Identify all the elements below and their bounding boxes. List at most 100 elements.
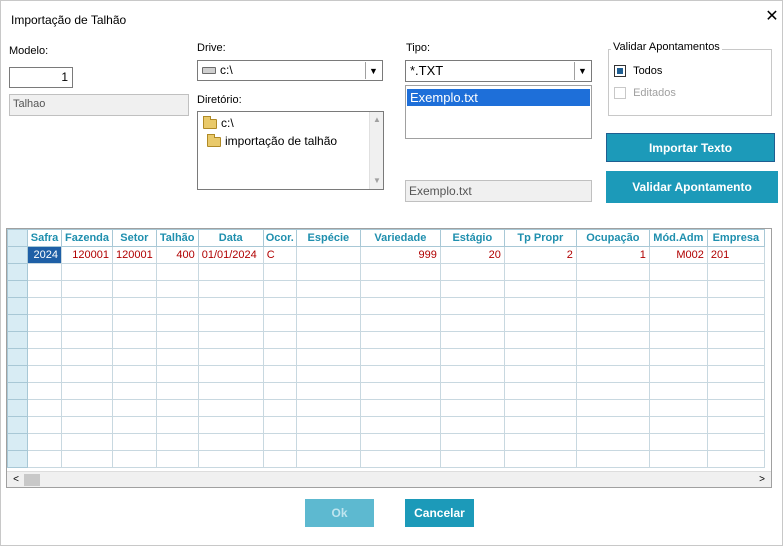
table-row[interactable] [7, 348, 765, 366]
data-grid[interactable]: Safra Fazenda Setor Talhão Data Ocor. Es… [6, 228, 772, 488]
table-cell[interactable] [262, 280, 297, 298]
table-cell[interactable] [262, 263, 297, 281]
table-cell[interactable] [575, 416, 650, 434]
table-cell[interactable] [706, 450, 765, 468]
table-cell[interactable] [27, 382, 62, 400]
cell-setor[interactable]: 120001 [112, 246, 157, 264]
row-indicator[interactable] [7, 314, 28, 332]
table-cell[interactable] [61, 280, 113, 298]
grid-horizontal-scrollbar[interactable]: < > [7, 471, 771, 487]
chevron-down-icon[interactable]: ▼ [574, 62, 590, 80]
table-cell[interactable] [262, 450, 297, 468]
table-cell[interactable] [575, 433, 650, 451]
table-cell[interactable] [61, 331, 113, 349]
row-indicator[interactable] [7, 399, 28, 417]
table-cell[interactable] [706, 365, 765, 383]
table-cell[interactable] [648, 433, 708, 451]
importar-texto-button[interactable]: Importar Texto [606, 133, 775, 162]
file-list[interactable]: Exemplo.txt [405, 85, 592, 139]
table-cell[interactable] [155, 416, 199, 434]
table-cell[interactable] [262, 382, 297, 400]
table-cell[interactable] [503, 365, 577, 383]
table-cell[interactable] [197, 297, 264, 315]
table-cell[interactable] [359, 348, 441, 366]
table-row[interactable]: 2024 120001 120001 400 01/01/2024 C 999 … [7, 246, 765, 264]
table-cell[interactable] [706, 382, 765, 400]
table-cell[interactable] [197, 399, 264, 417]
table-cell[interactable] [112, 263, 157, 281]
table-cell[interactable] [61, 314, 113, 332]
table-cell[interactable] [648, 450, 708, 468]
table-cell[interactable] [359, 450, 441, 468]
table-cell[interactable] [262, 297, 297, 315]
table-cell[interactable] [706, 416, 765, 434]
cell-estagio[interactable]: 20 [439, 246, 505, 264]
cell-safra[interactable]: 2024 [27, 246, 62, 264]
table-cell[interactable] [503, 399, 577, 417]
table-cell[interactable] [503, 348, 577, 366]
table-cell[interactable] [197, 450, 264, 468]
table-cell[interactable] [155, 263, 199, 281]
table-cell[interactable] [439, 280, 505, 298]
table-cell[interactable] [359, 365, 441, 383]
table-cell[interactable] [648, 280, 708, 298]
scroll-right-icon[interactable]: > [755, 472, 769, 487]
table-cell[interactable] [155, 399, 199, 417]
table-cell[interactable] [197, 280, 264, 298]
table-cell[interactable] [503, 280, 577, 298]
table-cell[interactable] [61, 348, 113, 366]
checkbox-icon[interactable] [614, 87, 626, 100]
table-cell[interactable] [503, 331, 577, 349]
table-cell[interactable] [359, 331, 441, 349]
col-setor[interactable]: Setor [112, 229, 157, 247]
table-row[interactable] [7, 399, 765, 417]
table-cell[interactable] [706, 314, 765, 332]
table-cell[interactable] [295, 280, 361, 298]
table-cell[interactable] [439, 416, 505, 434]
table-cell[interactable] [295, 416, 361, 434]
table-cell[interactable] [295, 297, 361, 315]
table-cell[interactable] [648, 416, 708, 434]
validar-option-editados[interactable]: Editados [614, 87, 676, 100]
table-cell[interactable] [155, 348, 199, 366]
table-cell[interactable] [648, 399, 708, 417]
table-cell[interactable] [295, 399, 361, 417]
table-cell[interactable] [262, 399, 297, 417]
table-cell[interactable] [27, 399, 62, 417]
table-cell[interactable] [112, 399, 157, 417]
cell-especie[interactable] [295, 246, 361, 264]
table-cell[interactable] [359, 382, 441, 400]
table-cell[interactable] [197, 314, 264, 332]
cell-data[interactable]: 01/01/2024 [197, 246, 264, 264]
table-cell[interactable] [648, 263, 708, 281]
col-tp-propr[interactable]: Tp Propr [503, 229, 577, 247]
scroll-left-icon[interactable]: < [9, 472, 23, 487]
table-cell[interactable] [262, 416, 297, 434]
table-cell[interactable] [575, 263, 650, 281]
table-cell[interactable] [197, 263, 264, 281]
table-cell[interactable] [359, 399, 441, 417]
table-cell[interactable] [295, 263, 361, 281]
table-cell[interactable] [295, 450, 361, 468]
table-cell[interactable] [503, 433, 577, 451]
table-cell[interactable] [197, 416, 264, 434]
table-cell[interactable] [112, 297, 157, 315]
table-cell[interactable] [112, 348, 157, 366]
table-cell[interactable] [197, 433, 264, 451]
table-cell[interactable] [27, 314, 62, 332]
table-cell[interactable] [155, 365, 199, 383]
table-cell[interactable] [27, 297, 62, 315]
table-cell[interactable] [503, 382, 577, 400]
table-cell[interactable] [112, 433, 157, 451]
table-cell[interactable] [197, 382, 264, 400]
table-cell[interactable] [439, 382, 505, 400]
scroll-up-icon[interactable]: ▲ [370, 114, 384, 126]
table-cell[interactable] [112, 450, 157, 468]
table-cell[interactable] [61, 399, 113, 417]
table-cell[interactable] [359, 280, 441, 298]
table-cell[interactable] [61, 382, 113, 400]
table-cell[interactable] [295, 348, 361, 366]
cell-empresa[interactable]: 201 [706, 246, 765, 264]
table-cell[interactable] [262, 314, 297, 332]
col-estagio[interactable]: Estágio [439, 229, 505, 247]
